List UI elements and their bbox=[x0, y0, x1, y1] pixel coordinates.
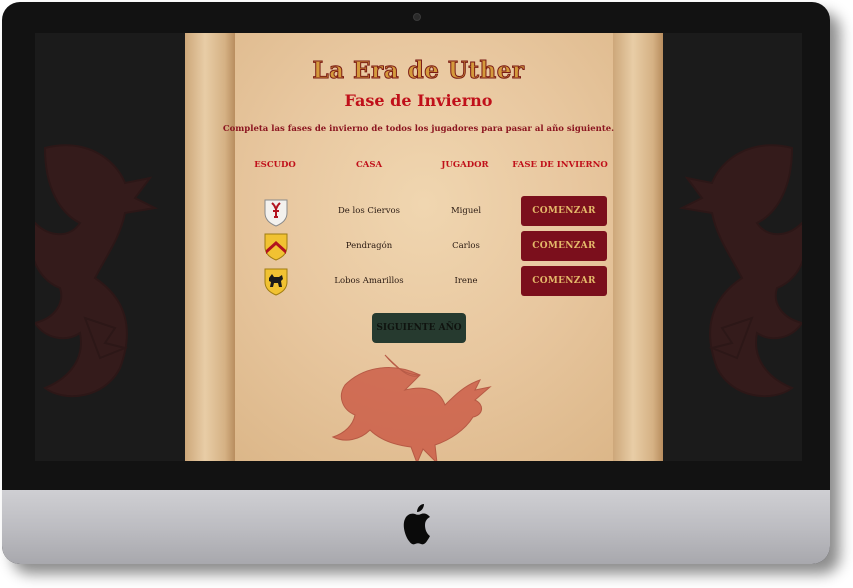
page-subtitle: Fase de Invierno bbox=[344, 91, 493, 110]
header-casa: CASA bbox=[355, 160, 383, 170]
screen: La Era de Uther Fase de Invierno Complet… bbox=[35, 33, 802, 461]
imac-chin bbox=[2, 490, 830, 564]
red-dragon-icon bbox=[331, 354, 492, 461]
header-jugador: JUGADOR bbox=[441, 160, 489, 170]
imac-frame: La Era de Uther Fase de Invierno Complet… bbox=[2, 2, 830, 564]
header-fase: FASE DE INVIERNO bbox=[512, 160, 608, 170]
player-name: Irene bbox=[454, 276, 478, 286]
stag-shield-icon bbox=[264, 199, 288, 227]
dragon-background-right-icon bbox=[678, 144, 802, 398]
wolf-shield-icon bbox=[264, 268, 288, 296]
player-name: Carlos bbox=[452, 241, 480, 251]
house-name: Pendragón bbox=[345, 241, 393, 251]
next-year-button[interactable]: SIGUIENTE AÑO bbox=[372, 313, 466, 343]
instructions-text: Completa las fases de invierno de todos … bbox=[222, 124, 615, 134]
start-winter-button-3[interactable]: COMENZAR bbox=[521, 266, 607, 296]
apple-logo-icon bbox=[403, 504, 430, 545]
chevron-shield-icon bbox=[264, 233, 288, 261]
header-escudo: ESCUDO bbox=[254, 160, 296, 170]
dragon-background-left-icon bbox=[35, 144, 159, 398]
start-winter-button-2[interactable]: COMENZAR bbox=[521, 231, 607, 261]
start-winter-button-1[interactable]: COMENZAR bbox=[521, 196, 607, 226]
camera-icon bbox=[413, 13, 421, 21]
player-name: Miguel bbox=[450, 206, 482, 216]
game-title: La Era de Uther bbox=[312, 57, 525, 85]
house-name: Lobos Amarillos bbox=[334, 276, 404, 286]
house-name: De los Ciervos bbox=[337, 206, 401, 216]
